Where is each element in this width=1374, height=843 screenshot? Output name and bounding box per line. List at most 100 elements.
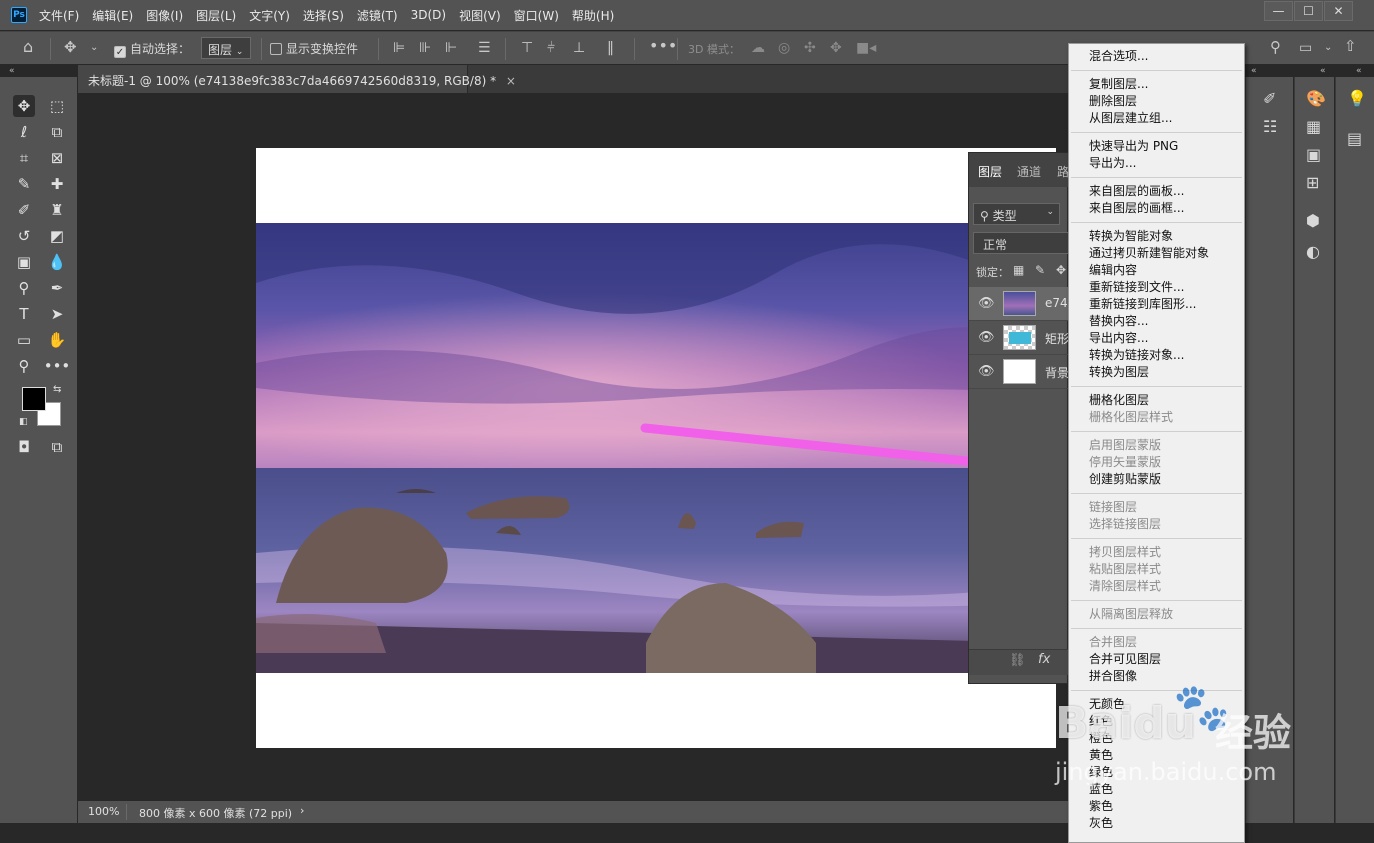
menu-item-convert-to-layers[interactable]: 转换为图层 [1069,364,1244,381]
patterns-icon[interactable]: ⊞ [1306,173,1319,192]
minimize-button[interactable]: — [1264,1,1293,21]
menu-item-artboard-from-layers[interactable]: 来自图层的画板... [1069,183,1244,200]
color-palette-icon[interactable]: 🎨 [1306,89,1326,108]
align-top-icon[interactable]: ⊤ [521,41,533,55]
align-middle-v-icon[interactable]: ⫩ [547,41,555,55]
visibility-eye-icon[interactable]: 👁 [978,296,995,311]
path-select-tool-icon[interactable]: ➤ [46,303,68,325]
3d-icon[interactable]: ⬢ [1306,211,1320,230]
home-icon[interactable]: ⌂ [23,39,33,55]
swap-colors-icon[interactable]: ⇆ [53,384,61,395]
menu-item-group-from-layers[interactable]: 从图层建立组... [1069,110,1244,127]
more-tools-icon[interactable]: ••• [44,355,71,377]
search-icon[interactable]: ⚲ [1270,40,1281,55]
eraser-tool-icon[interactable]: ◩ [46,225,68,247]
menu-help[interactable]: 帮助(H) [572,7,614,24]
menu-file[interactable]: 文件(F) [39,7,79,24]
default-colors-icon[interactable]: ◧ [19,417,28,427]
foreground-color-swatch[interactable] [22,387,46,411]
layer-row[interactable]: 👁 矩形 [969,321,1069,355]
menu-item-color-violet[interactable]: 紫色 [1069,798,1244,815]
fx-icon[interactable]: fx [1038,652,1050,667]
stamp-tool-icon[interactable]: ♜ [46,199,68,221]
distribute-h-icon[interactable]: ☰ [478,41,491,55]
visibility-eye-icon[interactable]: 👁 [978,330,995,345]
document-tab[interactable]: 未标题-1 @ 100% (e74138e9fc383c7da466974256… [78,65,516,93]
swatches-icon[interactable]: ▦ [1306,117,1321,136]
menu-item-relink-to-library[interactable]: 重新链接到库图形... [1069,296,1244,313]
menu-item-rasterize-layer[interactable]: 栅格化图层 [1069,392,1244,409]
layer-row[interactable]: 👁 背景 [969,355,1069,389]
lock-image-icon[interactable]: ✎ [1035,263,1045,277]
menu-item-edit-contents[interactable]: 编辑内容 [1069,262,1244,279]
libraries-icon[interactable]: ▤ [1347,129,1362,148]
learn-lightbulb-icon[interactable]: 💡 [1347,89,1367,108]
show-transform-controls-checkbox[interactable]: 显示变换控件 [270,40,358,57]
chevron-down-icon[interactable]: ⌄ [1324,41,1332,55]
visibility-eye-icon[interactable]: 👁 [978,364,995,379]
collapse-panel-icon[interactable]: « [1251,66,1257,76]
move-tool-icon[interactable]: ✥ [13,95,35,117]
menu-item-merge-visible[interactable]: 合并可见图层 [1069,651,1244,668]
history-brush-tool-icon[interactable]: ↺ [13,225,35,247]
menu-item-quick-export-png[interactable]: 快速导出为 PNG [1069,138,1244,155]
frame-tool-icon[interactable]: ⊠ [46,147,68,169]
status-menu-arrow-icon[interactable]: › [300,804,304,817]
layer-filter-dropdown[interactable]: ⚲ 类型 ⌄ [973,203,1060,225]
lock-position-icon[interactable]: ✥ [1056,263,1066,277]
menu-item-new-smart-object-via-copy[interactable]: 通过拷贝新建智能对象 [1069,245,1244,262]
menu-image[interactable]: 图像(I) [146,7,183,24]
menu-item-convert-smart-object[interactable]: 转换为智能对象 [1069,228,1244,245]
auto-select-dropdown[interactable]: 图层 ⌄ [201,37,251,59]
gradient-tool-icon[interactable]: ▣ [13,251,35,273]
menu-item-frame-from-layers[interactable]: 来自图层的画框... [1069,200,1244,217]
menu-item-export-contents[interactable]: 导出内容... [1069,330,1244,347]
eyedropper-tool-icon[interactable]: ✎ [13,173,35,195]
menu-window[interactable]: 窗口(W) [514,7,559,24]
object-select-tool-icon[interactable]: ⧉ [46,121,68,143]
collapse-panel-icon[interactable]: « [1320,66,1326,76]
align-left-icon[interactable]: ⊫ [393,41,405,55]
zoom-tool-icon[interactable]: ⚲ [13,355,35,377]
checkbox-checked-icon[interactable] [114,46,126,58]
menu-item-blending-options[interactable]: 混合选项... [1069,48,1244,65]
menu-filter[interactable]: 滤镜(T) [357,7,398,24]
checkbox-unchecked-icon[interactable] [270,43,282,55]
properties-icon[interactable]: ◐ [1306,242,1320,261]
collapse-toolbar-icon[interactable]: « [9,66,15,76]
crop-tool-icon[interactable]: ⌗ [13,147,35,169]
move-tool-icon[interactable]: ✥ [64,40,77,55]
close-tab-icon[interactable]: × [506,74,516,88]
brush-settings-icon[interactable]: ✐ [1263,89,1276,108]
align-right-icon[interactable]: ⊩ [445,41,457,55]
brush-tool-icon[interactable]: ✐ [13,199,35,221]
menu-item-color-gray[interactable]: 灰色 [1069,815,1244,832]
pen-tool-icon[interactable]: ✒ [46,277,68,299]
healing-brush-tool-icon[interactable]: ✚ [46,173,68,195]
menu-layer[interactable]: 图层(L) [196,7,236,24]
menu-item-duplicate-layer[interactable]: 复制图层... [1069,76,1244,93]
auto-select-checkbox[interactable]: 自动选择： [114,40,190,58]
adjustments-icon[interactable]: ☷ [1263,117,1277,136]
link-layers-icon[interactable]: ⛓ [1009,653,1026,668]
zoom-level[interactable]: 100% [88,805,119,818]
quick-mask-icon[interactable]: ◘ [13,436,35,458]
menu-item-relink-to-file[interactable]: 重新链接到文件... [1069,279,1244,296]
menu-3d[interactable]: 3D(D) [411,8,446,22]
hand-tool-icon[interactable]: ✋ [46,329,68,351]
chevron-down-icon[interactable]: ⌄ [90,41,98,55]
menu-select[interactable]: 选择(S) [303,7,344,24]
lock-transparent-icon[interactable]: ▦ [1013,263,1024,277]
more-options-icon[interactable]: ••• [649,38,677,54]
marquee-tool-icon[interactable]: ⬚ [46,95,68,117]
align-bottom-icon[interactable]: ⊥ [573,41,585,55]
collapse-panel-icon[interactable]: « [1356,66,1362,76]
distribute-v-icon[interactable]: ‖ [607,41,614,55]
menu-edit[interactable]: 编辑(E) [92,7,133,24]
workspace-icon[interactable]: ▭ [1299,41,1312,55]
blend-mode-dropdown[interactable]: 正常 [973,232,1073,254]
rectangle-tool-icon[interactable]: ▭ [13,329,35,351]
screen-mode-icon[interactable]: ⧉ [46,436,68,458]
gradients-icon[interactable]: ▣ [1306,145,1321,164]
lasso-tool-icon[interactable]: ℓ [13,121,35,143]
